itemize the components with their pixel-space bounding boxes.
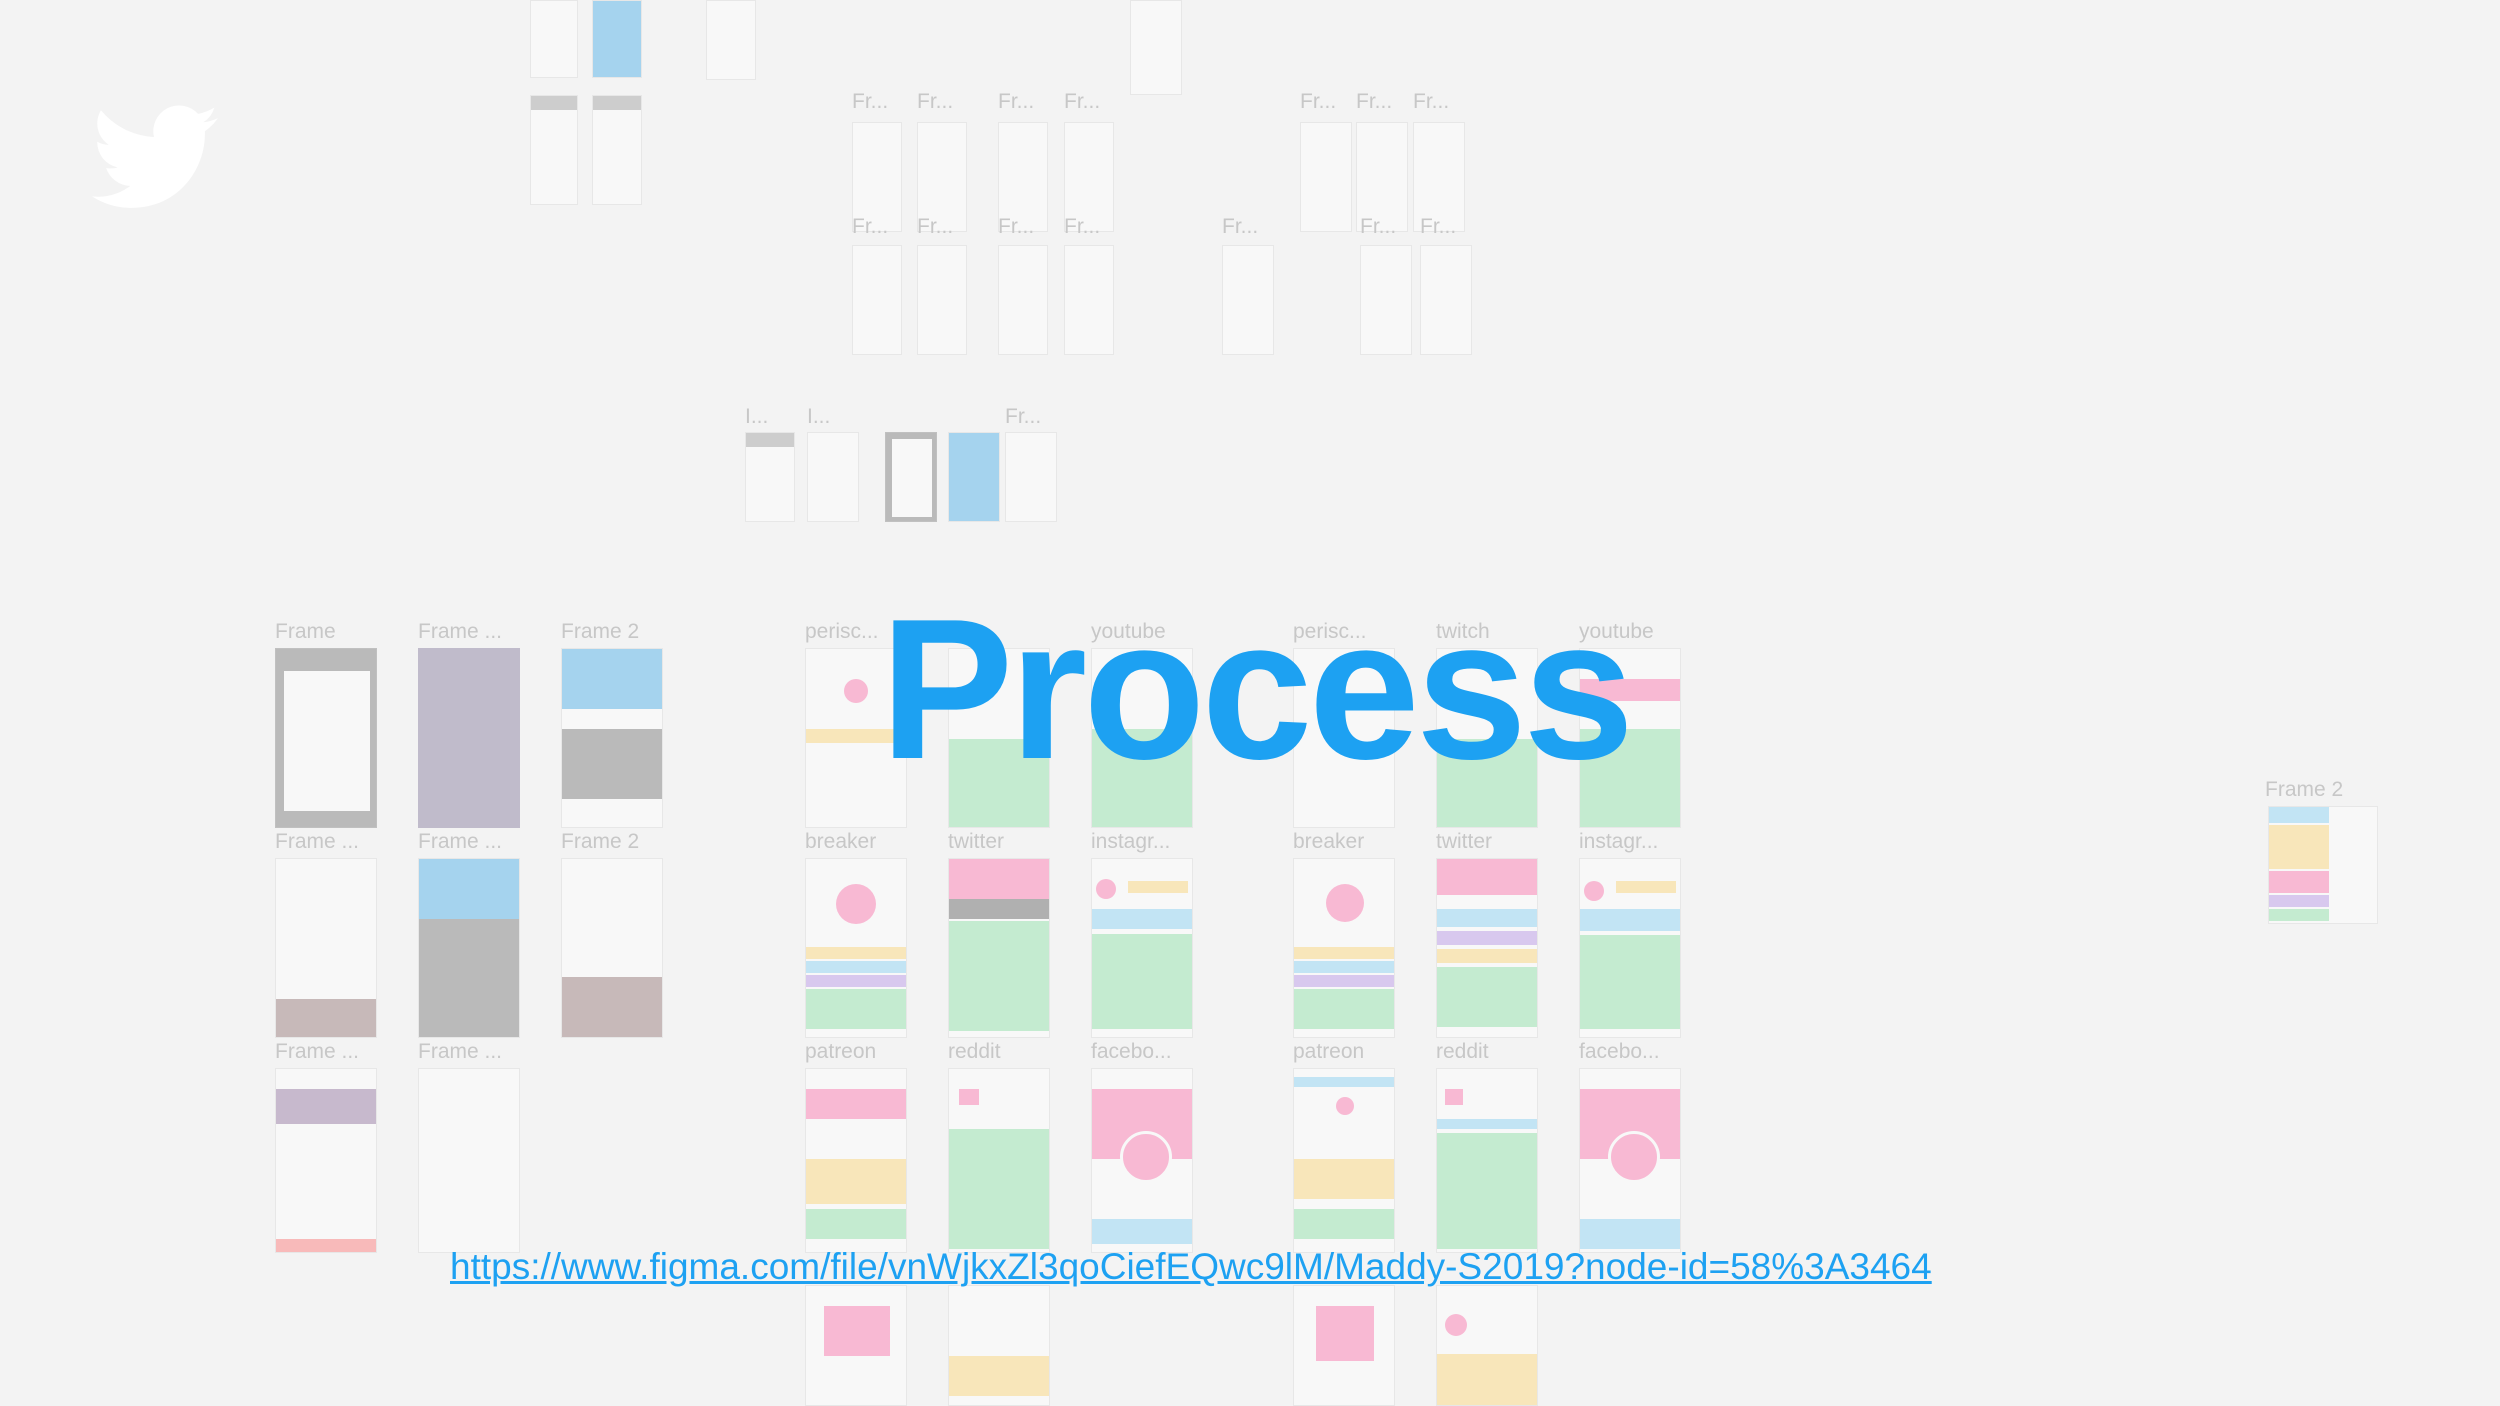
frame-thumbnail[interactable] xyxy=(805,1285,907,1406)
frame-thumbnail[interactable] xyxy=(418,648,520,828)
frame-label: Fr... xyxy=(998,215,1035,238)
frame-thumbnail[interactable] xyxy=(948,1068,1050,1253)
frame-label: Fr... xyxy=(1356,90,1393,113)
frame-label: Fr... xyxy=(1064,215,1101,238)
slide-title: Process xyxy=(880,578,1634,801)
frame-label: Fr... xyxy=(1300,90,1337,113)
frame-label: patreon xyxy=(805,1040,877,1063)
frame-thumbnail[interactable] xyxy=(1293,858,1395,1038)
frame-thumbnail[interactable] xyxy=(807,432,859,522)
frame-label: Fr... xyxy=(1413,90,1450,113)
frame-label: breaker xyxy=(805,830,877,853)
frame-thumbnail[interactable] xyxy=(998,245,1048,355)
frame-thumbnail[interactable] xyxy=(1064,245,1114,355)
frame-thumbnail[interactable] xyxy=(706,0,756,80)
frame-label: Fr... xyxy=(1420,215,1457,238)
frame-thumbnail[interactable] xyxy=(275,858,377,1038)
frame-label: facebo... xyxy=(1091,1040,1172,1063)
frame-label: instagr... xyxy=(1579,830,1659,853)
frame-thumbnail[interactable] xyxy=(885,432,937,522)
frame-label: instagr... xyxy=(1091,830,1171,853)
frame-thumbnail[interactable] xyxy=(561,648,663,828)
frame-label: Frame ... xyxy=(275,1040,360,1063)
frame-label: Fr... xyxy=(1005,405,1042,428)
frame-thumbnail[interactable] xyxy=(1005,432,1057,522)
frame-label: Frame ... xyxy=(418,830,503,853)
frame-label: reddit xyxy=(1436,1040,1489,1063)
frame-label: Frame 2 xyxy=(561,830,640,853)
frame-thumbnail[interactable] xyxy=(805,858,907,1038)
frame-label: Frame ... xyxy=(418,1040,503,1063)
frame-thumbnail[interactable] xyxy=(561,858,663,1038)
frame-thumbnail[interactable] xyxy=(852,245,902,355)
frame-thumbnail[interactable] xyxy=(1091,858,1193,1038)
frame-label: reddit xyxy=(948,1040,1001,1063)
frame-thumbnail[interactable] xyxy=(1091,1068,1193,1253)
frame-thumbnail[interactable] xyxy=(1436,858,1538,1038)
frame-thumbnail[interactable] xyxy=(745,432,795,522)
frame-label: Fr... xyxy=(998,90,1035,113)
frame-thumbnail[interactable] xyxy=(1436,1068,1538,1253)
frame-label: perisc... xyxy=(805,620,879,643)
frame-thumbnail[interactable] xyxy=(275,1068,377,1253)
frame-label: facebo... xyxy=(1579,1040,1660,1063)
frame-thumbnail[interactable] xyxy=(2268,806,2378,924)
frame-label: I... xyxy=(807,405,831,428)
frame-thumbnail[interactable] xyxy=(1360,245,1412,355)
frame-thumbnail[interactable] xyxy=(1222,245,1274,355)
frame-thumbnail[interactable] xyxy=(1130,0,1182,95)
frame-label: I... xyxy=(745,405,769,428)
frame-thumbnail[interactable] xyxy=(530,95,578,205)
frame-thumbnail[interactable] xyxy=(275,648,377,828)
frame-thumbnail[interactable] xyxy=(1293,1285,1395,1406)
frame-thumbnail[interactable] xyxy=(948,858,1050,1038)
frame-thumbnail[interactable] xyxy=(948,1285,1050,1406)
frame-thumbnail[interactable] xyxy=(1420,245,1472,355)
frame-thumbnail[interactable] xyxy=(418,1068,520,1253)
frame-thumbnail[interactable] xyxy=(917,245,967,355)
frame-thumbnail[interactable] xyxy=(530,0,578,78)
frame-label: Frame xyxy=(275,620,336,643)
frame-thumbnail[interactable] xyxy=(805,1068,907,1253)
frame-thumbnail[interactable] xyxy=(592,0,642,78)
frame-label: Fr... xyxy=(917,215,954,238)
frame-label: Fr... xyxy=(1064,90,1101,113)
frame-thumbnail[interactable] xyxy=(1579,1068,1681,1253)
figma-link[interactable]: https://www.figma.com/file/vnWjkxZl3qoCi… xyxy=(450,1246,1932,1288)
frame-thumbnail[interactable] xyxy=(1436,1285,1538,1406)
frame-thumbnail[interactable] xyxy=(418,858,520,1038)
frame-label: twitter xyxy=(948,830,1005,853)
frame-label: Frame 2 xyxy=(561,620,640,643)
frame-thumbnail[interactable] xyxy=(948,432,1000,522)
frame-label: Frame ... xyxy=(275,830,360,853)
frame-label: Fr... xyxy=(917,90,954,113)
frame-label: Fr... xyxy=(852,215,889,238)
frame-label: Fr... xyxy=(852,90,889,113)
frame-label: Frame 2 xyxy=(2265,778,2344,801)
frame-thumbnail[interactable] xyxy=(1300,122,1352,232)
twitter-bird-icon xyxy=(92,105,218,208)
frame-label: breaker xyxy=(1293,830,1365,853)
figma-canvas: Fr... Fr... Fr... Fr... Fr... Fr... Fr..… xyxy=(0,0,2500,1406)
frame-label: twitter xyxy=(1436,830,1493,853)
frame-label: patreon xyxy=(1293,1040,1365,1063)
frame-thumbnail[interactable] xyxy=(1293,1068,1395,1253)
frame-thumbnail[interactable] xyxy=(1579,858,1681,1038)
frame-thumbnail[interactable] xyxy=(592,95,642,205)
frame-label: Fr... xyxy=(1360,215,1397,238)
frame-label: Frame ... xyxy=(418,620,503,643)
frame-label: Fr... xyxy=(1222,215,1259,238)
